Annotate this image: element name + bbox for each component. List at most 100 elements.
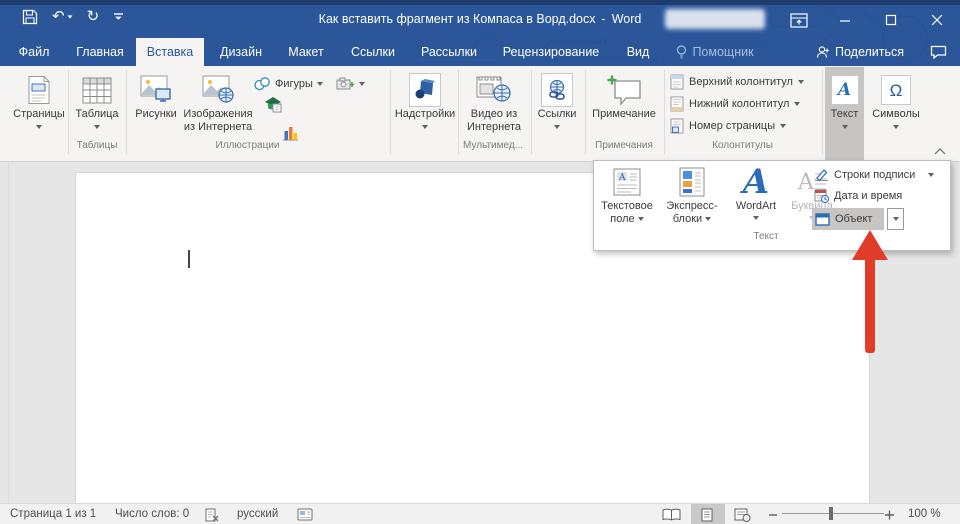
web-layout-button[interactable] [734, 508, 751, 524]
zoom-in-button[interactable] [884, 508, 895, 524]
page-info[interactable]: Страница 1 из 1 [10, 504, 96, 524]
header-button[interactable]: Верхний колонтитул [670, 74, 804, 90]
comment-icon [930, 45, 947, 59]
media-group-label: Мультимед... [450, 140, 536, 151]
footer-dropdown-icon [794, 102, 800, 106]
svg-text:A: A [797, 170, 815, 195]
tab-assistant[interactable]: Помощник [666, 38, 764, 66]
read-mode-button[interactable] [662, 508, 681, 524]
tab-file[interactable]: Файл [14, 38, 54, 66]
smartart-button[interactable] [264, 96, 282, 113]
links-dropdown-icon [554, 125, 560, 129]
textbox-button[interactable]: A Текстовое поле [596, 164, 658, 226]
text-group-flyout: A Текстовое поле Экспресс- [593, 160, 951, 251]
print-layout-button[interactable] [700, 508, 714, 524]
comments-pane-button[interactable] [922, 38, 954, 66]
macro-recording-button[interactable] [297, 508, 313, 524]
zoom-slider-thumb[interactable] [829, 507, 833, 520]
text-group-button[interactable]: A Текст [825, 68, 864, 129]
zoom-slider-track[interactable] [782, 513, 884, 514]
annotation-arrow-head [852, 230, 888, 260]
zoom-out-button[interactable] [768, 508, 778, 524]
word-window: ↶ ↻ Как вставить фрагмент из Компаса в В… [0, 0, 960, 524]
wordart-icon: A [743, 165, 769, 199]
tab-home[interactable]: Главная [68, 38, 132, 66]
tab-mailings[interactable]: Рассылки [416, 38, 482, 66]
online-video-icon [476, 75, 512, 105]
share-button[interactable]: Поделиться [808, 38, 912, 66]
collapse-ribbon-button[interactable] [934, 142, 946, 160]
page-number-icon [670, 118, 684, 134]
symbols-button[interactable]: Ω Символы [868, 68, 924, 129]
online-pictures-button[interactable]: Изображения из Интернета [182, 68, 254, 134]
tab-design[interactable]: Дизайн [210, 38, 272, 66]
document-title: Как вставить фрагмент из Компаса в Ворд.… [319, 12, 596, 26]
chart-button[interactable] [282, 124, 299, 141]
proofing-status-button[interactable] [205, 508, 219, 524]
table-icon [82, 77, 112, 104]
illustrations-group-label: Иллюстрации [200, 140, 295, 151]
date-time-button[interactable]: Дата и время [814, 188, 902, 203]
lightbulb-icon [676, 45, 687, 60]
object-button[interactable]: Объект [812, 208, 884, 230]
quick-parts-dropdown-icon [705, 217, 711, 221]
redacted-account-name [665, 9, 765, 29]
tab-references[interactable]: Ссылки [344, 38, 402, 66]
quick-parts-icon [679, 167, 705, 197]
header-dropdown-icon [798, 80, 804, 84]
header-footer-group-label: Колонтитулы [690, 140, 795, 151]
links-button[interactable]: Ссылки [533, 68, 581, 129]
quick-parts-button[interactable]: Экспресс- блоки [660, 164, 724, 226]
text-group-icon: A [831, 75, 859, 105]
maximize-button[interactable] [868, 5, 914, 35]
proofing-error-icon [205, 508, 219, 522]
language-status[interactable]: русский [237, 504, 278, 524]
minimize-icon [839, 14, 851, 26]
cover-page-icon [26, 75, 52, 105]
maximize-icon [885, 14, 897, 26]
pages-button[interactable]: Страницы [12, 68, 66, 129]
zoom-out-icon [768, 508, 778, 521]
shapes-button[interactable]: Фигуры [254, 77, 323, 91]
table-button[interactable]: Таблица [70, 68, 124, 129]
page-number-button[interactable]: Номер страницы [670, 118, 786, 134]
wordart-dropdown-icon [753, 216, 759, 220]
svg-text:A: A [618, 173, 626, 183]
pictures-button[interactable]: Рисунки [130, 68, 182, 121]
close-button[interactable] [914, 5, 960, 35]
collapse-ribbon-icon [934, 147, 946, 155]
zoom-level[interactable]: 100 % [908, 504, 941, 524]
print-layout-icon [700, 508, 714, 522]
footer-button[interactable]: Нижний колонтитул [670, 96, 800, 112]
tab-layout[interactable]: Макет [279, 38, 333, 66]
addins-button[interactable]: Надстройки [394, 68, 456, 129]
new-comment-icon [606, 74, 642, 106]
flyout-group-label: Текст [686, 231, 846, 242]
minimize-button[interactable] [822, 5, 868, 35]
screenshot-dropdown-icon [359, 82, 365, 86]
word-count[interactable]: Число слов: 0 [115, 504, 189, 524]
date-time-icon [814, 188, 829, 203]
pictures-icon [140, 75, 172, 105]
annotation-arrow [852, 230, 888, 354]
window-controls [776, 5, 960, 35]
smartart-icon [264, 96, 282, 113]
read-mode-icon [662, 508, 681, 521]
table-dropdown-icon [94, 125, 100, 129]
wordart-button[interactable]: A WordArt [727, 164, 785, 220]
ribbon-display-options-button[interactable] [776, 5, 822, 35]
object-dropdown-button[interactable] [887, 208, 904, 230]
tab-review[interactable]: Рецензирование [496, 38, 606, 66]
group-separator [531, 70, 532, 154]
group-separator [664, 70, 665, 154]
addins-dropdown-icon [422, 125, 428, 129]
tab-insert[interactable]: Вставка [136, 38, 204, 66]
shapes-icon [254, 77, 271, 91]
web-layout-icon [734, 508, 751, 522]
online-video-button[interactable]: Видео из Интернета [460, 68, 528, 134]
signature-line-button[interactable]: Строки подписи [814, 167, 934, 182]
tab-view[interactable]: Вид [618, 38, 658, 66]
new-comment-button[interactable]: Примечание [586, 68, 662, 121]
group-separator [390, 70, 391, 154]
screenshot-button[interactable] [336, 77, 365, 91]
